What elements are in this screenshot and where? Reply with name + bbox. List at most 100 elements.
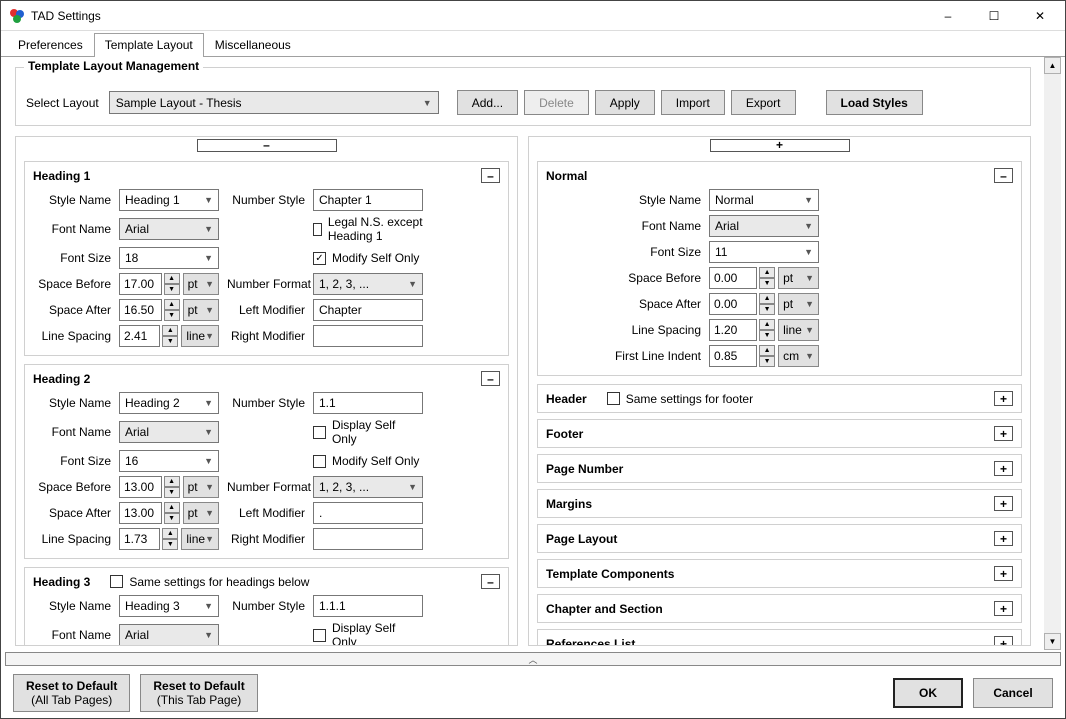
same-below-checkbox[interactable]: Same settings for headings below xyxy=(110,575,309,589)
reset-all-button[interactable]: Reset to Default(All Tab Pages) xyxy=(13,674,130,712)
space-before-spinner[interactable]: 0.00 xyxy=(709,267,757,289)
font-name-combo[interactable]: Arial▼ xyxy=(119,624,219,645)
display-self-checkbox[interactable]: Display Self Only xyxy=(313,621,423,645)
first-line-indent-spinner[interactable]: 0.85 xyxy=(709,345,757,367)
tab-preferences[interactable]: Preferences xyxy=(7,33,94,57)
unit-combo[interactable]: pt▼ xyxy=(183,502,219,524)
right-modifier-input[interactable] xyxy=(313,325,423,347)
select-layout-combo[interactable]: Sample Layout - Thesis ▼ xyxy=(109,91,439,114)
number-format-combo[interactable]: 1, 2, 3, ...▼ xyxy=(313,273,423,295)
left-modifier-input[interactable]: Chapter xyxy=(313,299,423,321)
style-name-combo[interactable]: Normal▼ xyxy=(709,189,819,211)
expand-button[interactable]: + xyxy=(994,391,1013,406)
add-button[interactable]: Add... xyxy=(457,90,518,115)
unit-combo[interactable]: pt▼ xyxy=(183,299,219,321)
space-before-spinner[interactable]: 13.00 xyxy=(119,476,162,498)
apply-button[interactable]: Apply xyxy=(595,90,655,115)
unit-combo[interactable]: pt▼ xyxy=(183,273,219,295)
ok-button[interactable]: OK xyxy=(893,678,963,708)
label-number-format: Number Format xyxy=(227,277,305,291)
section-title: Normal xyxy=(546,169,587,183)
import-button[interactable]: Import xyxy=(661,90,725,115)
line-spacing-spinner[interactable]: 1.20 xyxy=(709,319,757,341)
expand-button[interactable]: + xyxy=(994,496,1013,511)
label-space-after: Space After xyxy=(33,303,111,317)
collapse-button[interactable]: – xyxy=(481,168,500,183)
modify-self-checkbox[interactable]: ✓Modify Self Only xyxy=(313,251,423,265)
collapse-button[interactable]: – xyxy=(481,574,500,589)
unit-combo[interactable]: pt▼ xyxy=(778,267,819,289)
expand-button[interactable]: + xyxy=(994,426,1013,441)
unit-combo[interactable]: line▼ xyxy=(778,319,819,341)
expand-button[interactable]: + xyxy=(994,566,1013,581)
load-styles-button[interactable]: Load Styles xyxy=(826,90,923,115)
label-left-modifier: Left Modifier xyxy=(227,303,305,317)
right-column-toggle[interactable]: + xyxy=(710,139,850,152)
section-page-layout: Page Layout+ xyxy=(537,524,1022,553)
spin-up[interactable]: ▲ xyxy=(164,273,180,284)
font-size-combo[interactable]: 16▼ xyxy=(119,450,219,472)
export-button[interactable]: Export xyxy=(731,90,796,115)
left-modifier-input[interactable]: . xyxy=(313,502,423,524)
style-name-combo[interactable]: Heading 3▼ xyxy=(119,595,219,617)
space-after-spinner[interactable]: 0.00 xyxy=(709,293,757,315)
style-name-combo[interactable]: Heading 2▼ xyxy=(119,392,219,414)
section-heading-1: Heading 1 – Style Name Heading 1▼ Number… xyxy=(24,161,509,356)
legal-ns-checkbox[interactable]: Legal N.S. except Heading 1 xyxy=(313,215,423,243)
section-title: Heading 2 xyxy=(33,372,90,386)
panel-scrollbar[interactable]: ▲ ▼ xyxy=(1044,57,1061,650)
font-size-combo[interactable]: 11▼ xyxy=(709,241,819,263)
maximize-button[interactable]: ☐ xyxy=(971,1,1017,31)
expand-button[interactable]: + xyxy=(994,601,1013,616)
expand-button[interactable]: + xyxy=(994,636,1013,645)
font-name-combo[interactable]: Arial▼ xyxy=(119,218,219,240)
scroll-down-icon[interactable]: ▼ xyxy=(1044,633,1061,650)
unit-combo[interactable]: line▼ xyxy=(181,325,219,347)
style-name-combo[interactable]: Heading 1▼ xyxy=(119,189,219,211)
cancel-button[interactable]: Cancel xyxy=(973,678,1053,708)
line-spacing-spinner[interactable]: 2.41 xyxy=(119,325,160,347)
font-name-combo[interactable]: Arial▼ xyxy=(119,421,219,443)
left-column: – Heading 1 – Style Name Heading 1▼ Numb… xyxy=(15,136,518,646)
right-modifier-input[interactable] xyxy=(313,528,423,550)
font-name-combo[interactable]: Arial▼ xyxy=(709,215,819,237)
minimize-button[interactable]: – xyxy=(925,1,971,31)
same-footer-checkbox[interactable]: Same settings for footer xyxy=(607,392,753,406)
tab-template-layout[interactable]: Template Layout xyxy=(94,33,204,57)
line-spacing-spinner[interactable]: 1.73 xyxy=(119,528,160,550)
number-style-input[interactable]: 1.1 xyxy=(313,392,423,414)
expand-button[interactable]: + xyxy=(994,531,1013,546)
modify-self-checkbox[interactable]: Modify Self Only xyxy=(313,454,423,468)
font-size-combo[interactable]: 18▼ xyxy=(119,247,219,269)
spin-down[interactable]: ▼ xyxy=(164,284,180,295)
unit-combo[interactable]: cm▼ xyxy=(778,345,819,367)
left-column-toggle[interactable]: – xyxy=(197,139,337,152)
close-button[interactable]: ✕ xyxy=(1017,1,1063,31)
section-page-number: Page Number+ xyxy=(537,454,1022,483)
collapse-button[interactable]: – xyxy=(481,371,500,386)
reset-this-button[interactable]: Reset to Default(This Tab Page) xyxy=(140,674,257,712)
label-font-size: Font Size xyxy=(33,251,111,265)
group-title: Template Layout Management xyxy=(24,59,203,73)
scroll-up-icon[interactable]: ▲ xyxy=(1044,57,1061,74)
right-scroll[interactable]: Normal – Style Name Normal▼ Font Name Ar… xyxy=(529,153,1030,645)
number-style-input[interactable]: 1.1.1 xyxy=(313,595,423,617)
expand-button[interactable]: + xyxy=(994,461,1013,476)
space-after-spinner[interactable]: 16.50 xyxy=(119,299,162,321)
label-line-spacing: Line Spacing xyxy=(33,329,111,343)
space-after-spinner[interactable]: 13.00 xyxy=(119,502,162,524)
label-right-modifier: Right Modifier xyxy=(227,329,305,343)
left-scroll[interactable]: Heading 1 – Style Name Heading 1▼ Number… xyxy=(16,153,517,645)
vertical-resizer[interactable]: ︿ xyxy=(5,652,1061,666)
unit-combo[interactable]: pt▼ xyxy=(778,293,819,315)
layout-management-group: Template Layout Management Select Layout… xyxy=(15,67,1031,126)
collapse-button[interactable]: – xyxy=(994,168,1013,183)
chevron-down-icon: ▼ xyxy=(423,98,432,108)
display-self-checkbox[interactable]: Display Self Only xyxy=(313,418,423,446)
unit-combo[interactable]: pt▼ xyxy=(183,476,219,498)
number-style-input[interactable]: Chapter 1 xyxy=(313,189,423,211)
tab-miscellaneous[interactable]: Miscellaneous xyxy=(204,33,302,57)
space-before-spinner[interactable]: 17.00 xyxy=(119,273,162,295)
unit-combo[interactable]: line▼ xyxy=(181,528,219,550)
number-format-combo[interactable]: 1, 2, 3, ...▼ xyxy=(313,476,423,498)
